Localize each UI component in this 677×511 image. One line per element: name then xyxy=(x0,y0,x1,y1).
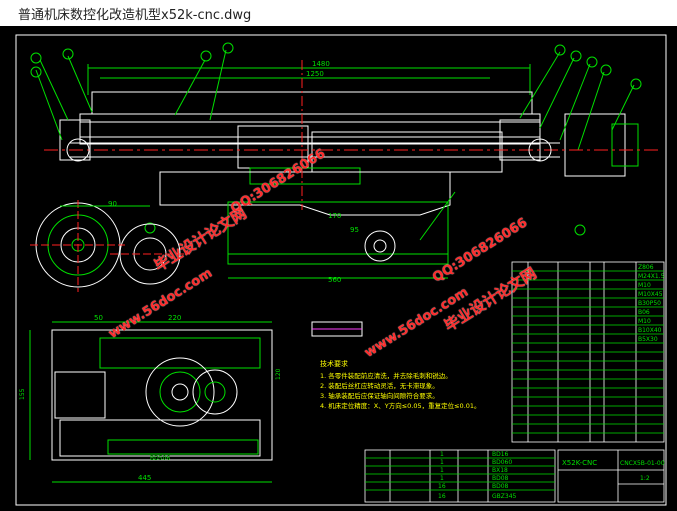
dim-top-length: 1480 xyxy=(312,60,330,68)
part-code: BD16 xyxy=(492,451,509,458)
dim-90: 90 xyxy=(108,200,117,208)
title-block-scale: 1:2 xyxy=(640,475,650,482)
part-qty: 1 xyxy=(440,451,444,458)
part-code: BD08 xyxy=(492,483,509,490)
part-spec: B5X30 xyxy=(638,336,658,343)
part-spec: B10X40 xyxy=(638,327,662,334)
part-code: GBZ345 xyxy=(492,493,517,500)
tech-note-3: 3. 轴承装配后应保证轴向间隙符合要求。 xyxy=(320,391,439,400)
title-block-drawing-no: CNCX5B-01-00 xyxy=(620,460,665,467)
part-qty: 16 xyxy=(438,493,446,500)
drawing-frame xyxy=(15,34,667,506)
tech-note-2: 2. 装配后丝杠应转动灵活，无卡滞现象。 xyxy=(320,381,439,390)
dim-445: 445 xyxy=(138,474,151,482)
part-qty: 1 xyxy=(440,467,444,474)
side-section-view xyxy=(30,200,190,292)
part-qty: 1 xyxy=(440,459,444,466)
window-title: 普通机床数控化改造机型x52k-cnc.dwg xyxy=(18,7,252,23)
part-code: BD060 xyxy=(492,459,512,466)
part-spec: M24X1.5 xyxy=(638,273,665,280)
part-qty: 16 xyxy=(438,483,446,490)
parts-list-table xyxy=(511,261,665,443)
part-spec: B30P50 xyxy=(638,300,661,307)
dim-bd506: BD506 xyxy=(150,455,170,462)
tech-notes-heading: 技术要求 xyxy=(320,359,348,368)
part-spec: M10X45 xyxy=(638,291,663,298)
bottom-parts-table xyxy=(364,449,556,503)
part-qty: 1 xyxy=(440,475,444,482)
part-code: BX18 xyxy=(492,467,508,474)
part-code: BD08 xyxy=(492,475,509,482)
dim-50: 50 xyxy=(94,314,103,322)
tech-notes: 技术要求 1. 各零件装配前应清洗，并去除毛刺和锐边。 2. 装配后丝杠应转动灵… xyxy=(320,359,481,410)
window-titlebar: 普通机床数控化改造机型x52k-cnc.dwg xyxy=(0,0,677,27)
dim-220: 220 xyxy=(168,314,181,322)
dim-95: 95 xyxy=(350,226,359,234)
dim-155: 155 xyxy=(19,388,26,400)
dim-second-length: 1250 xyxy=(306,70,324,78)
part-spec: B06 xyxy=(638,309,650,316)
part-spec: M10 xyxy=(638,282,651,289)
front-view xyxy=(51,329,273,461)
part-spec: M10 xyxy=(638,318,651,325)
tech-note-1: 1. 各零件装配前应清洗，并去除毛刺和锐边。 xyxy=(320,371,452,380)
dim-560: 560 xyxy=(328,276,341,284)
cad-drawing: 1480 1250 170 95 560 90 50 220 445 BD506… xyxy=(15,34,667,506)
part-spec: Z806 xyxy=(638,264,654,271)
title-block-code: X52K-CNC xyxy=(562,459,597,467)
tech-note-4: 4. 机床定位精度：X、Y方向≤0.05，重复定位≤0.01。 xyxy=(320,401,481,410)
dim-170: 170 xyxy=(328,212,341,220)
parts-list-right-specs: Z806 M24X1.5 M10 M10X45 B30P50 B06 M10 B… xyxy=(638,264,665,343)
cad-viewport[interactable]: 1480 1250 170 95 560 90 50 220 445 BD506… xyxy=(0,26,677,511)
dim-120: 120 xyxy=(275,368,282,380)
